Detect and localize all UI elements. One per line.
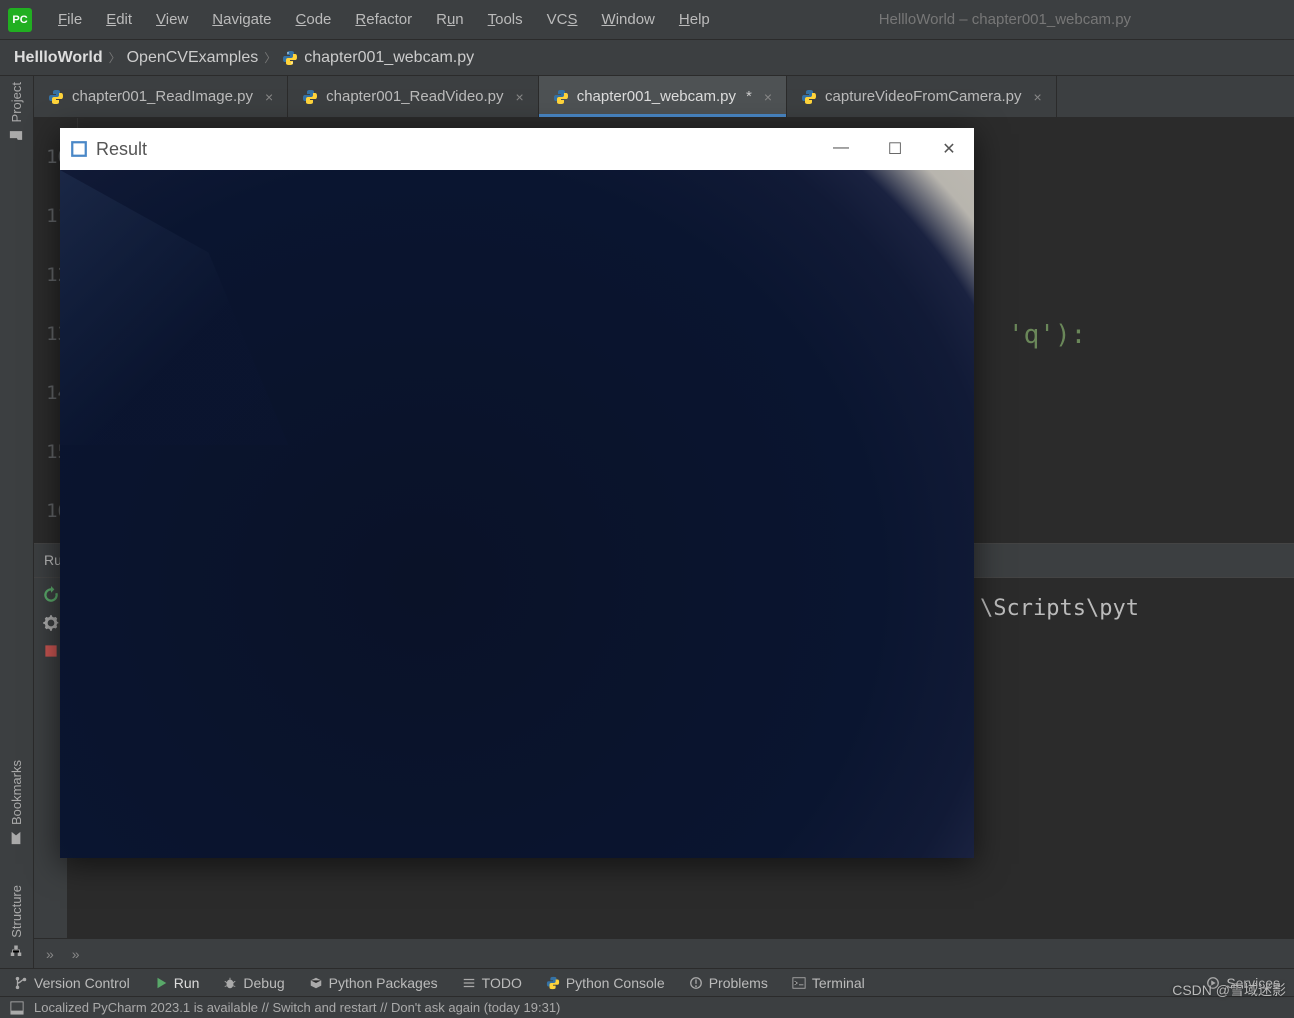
result-titlebar[interactable]: Result — ☐ ✕ xyxy=(60,128,974,170)
result-window[interactable]: Result — ☐ ✕ xyxy=(60,128,974,858)
python-file-icon xyxy=(553,89,569,105)
tab-readimage[interactable]: chapter001_ReadImage.py × xyxy=(34,76,288,117)
breadcrumb: HellloWorld 〉 OpenCVExamples 〉 chapter00… xyxy=(0,40,1294,76)
crumb-folder[interactable]: OpenCVExamples xyxy=(127,49,259,67)
rerun-icon[interactable] xyxy=(42,586,60,604)
watermark: CSDN @雪域迷影 xyxy=(1172,980,1286,1000)
window-title: HellloWorld – chapter001_webcam.py xyxy=(724,11,1286,28)
tool-label: Debug xyxy=(243,975,284,991)
chevron-right-icon: 〉 xyxy=(109,49,121,66)
modified-indicator-icon: * xyxy=(746,88,752,105)
crumb-project[interactable]: HellloWorld xyxy=(14,49,103,67)
menu-file[interactable]: File xyxy=(48,7,92,32)
menu-vcs[interactable]: VCS xyxy=(537,7,588,32)
menubar: PC File Edit View Navigate Code Refactor… xyxy=(0,0,1294,40)
menu-navigate[interactable]: Navigate xyxy=(202,7,281,32)
code-fragment: 'q'): xyxy=(1008,320,1086,350)
tool-label: Python Console xyxy=(566,975,665,991)
menu-run[interactable]: Run xyxy=(426,7,474,32)
menu-refactor[interactable]: Refactor xyxy=(345,7,422,32)
close-icon[interactable]: × xyxy=(516,89,524,105)
stop-icon[interactable] xyxy=(42,642,60,660)
todo-icon xyxy=(462,976,476,990)
nav-chevrons-1[interactable]: » xyxy=(46,946,54,962)
tool-strip: Version Control Run Debug Python Package… xyxy=(0,968,1294,996)
problems-icon xyxy=(689,976,703,990)
tool-terminal[interactable]: Terminal xyxy=(792,975,865,991)
tool-run[interactable]: Run xyxy=(154,975,200,991)
close-icon[interactable]: × xyxy=(265,89,273,105)
tool-version-control[interactable]: Version Control xyxy=(14,975,130,991)
tool-label: Run xyxy=(174,975,200,991)
tool-python-console[interactable]: Python Console xyxy=(546,975,665,991)
editor-tabs: chapter001_ReadImage.py × chapter001_Rea… xyxy=(34,76,1294,118)
bug-icon xyxy=(223,976,237,990)
python-file-icon xyxy=(282,50,298,66)
statusbar: Localized PyCharm 2023.1 is available //… xyxy=(0,996,1294,1018)
tab-capturevideo[interactable]: captureVideoFromCamera.py × xyxy=(787,76,1057,117)
run-nav: » » xyxy=(34,938,1294,968)
result-window-title: Result xyxy=(96,139,147,160)
maximize-icon[interactable]: ☐ xyxy=(880,139,910,159)
side-tab-project[interactable]: Project xyxy=(9,82,24,142)
menu-window[interactable]: Window xyxy=(592,7,665,32)
tool-debug[interactable]: Debug xyxy=(223,975,284,991)
window-app-icon xyxy=(70,140,88,158)
bookmark-icon xyxy=(10,831,24,845)
toolwindow-icon[interactable] xyxy=(10,1001,24,1015)
webcam-preview xyxy=(60,170,974,858)
side-tab-bookmarks[interactable]: Bookmarks xyxy=(9,760,24,845)
close-icon[interactable]: × xyxy=(1034,89,1042,105)
menu-view[interactable]: View xyxy=(146,7,198,32)
menu-tools[interactable]: Tools xyxy=(478,7,533,32)
tab-label: chapter001_ReadImage.py xyxy=(72,88,253,105)
settings-icon[interactable] xyxy=(42,614,60,632)
close-icon[interactable]: × xyxy=(764,89,772,105)
structure-icon xyxy=(10,944,24,958)
menu-edit[interactable]: Edit xyxy=(96,7,142,32)
terminal-icon xyxy=(792,976,806,990)
tool-label: Problems xyxy=(709,975,768,991)
packages-icon xyxy=(309,976,323,990)
side-tab-project-label: Project xyxy=(9,82,24,122)
minimize-icon[interactable]: — xyxy=(826,139,856,159)
crumb-file[interactable]: chapter001_webcam.py xyxy=(304,49,474,67)
status-message[interactable]: Localized PyCharm 2023.1 is available //… xyxy=(34,1000,560,1015)
python-file-icon xyxy=(302,89,318,105)
output-fragment: \Scripts\pyt xyxy=(980,596,1139,621)
tool-label: Version Control xyxy=(34,975,130,991)
left-toolwindow-strip: Project Bookmarks Structure xyxy=(0,76,34,968)
tab-webcam[interactable]: chapter001_webcam.py * × xyxy=(539,76,787,117)
tool-label: TODO xyxy=(482,975,522,991)
tool-problems[interactable]: Problems xyxy=(689,975,768,991)
side-tab-bookmarks-label: Bookmarks xyxy=(9,760,24,825)
tool-todo[interactable]: TODO xyxy=(462,975,522,991)
close-icon[interactable]: ✕ xyxy=(934,139,964,159)
tool-label: Python Packages xyxy=(329,975,438,991)
side-tab-structure-label: Structure xyxy=(9,885,24,938)
app-icon: PC xyxy=(8,8,32,32)
tab-label: chapter001_webcam.py xyxy=(577,88,736,105)
nav-chevrons-2[interactable]: » xyxy=(72,946,80,962)
tab-readvideo[interactable]: chapter001_ReadVideo.py × xyxy=(288,76,539,117)
tool-label: Terminal xyxy=(812,975,865,991)
menu-help[interactable]: Help xyxy=(669,7,720,32)
branch-icon xyxy=(14,976,28,990)
python-file-icon xyxy=(801,89,817,105)
python-file-icon xyxy=(48,89,64,105)
tab-label: chapter001_ReadVideo.py xyxy=(326,88,503,105)
tool-python-packages[interactable]: Python Packages xyxy=(309,975,438,991)
play-icon xyxy=(154,976,168,990)
side-tab-structure[interactable]: Structure xyxy=(9,885,24,958)
chevron-right-icon: 〉 xyxy=(264,49,276,66)
folder-icon xyxy=(10,128,24,142)
menu-code[interactable]: Code xyxy=(286,7,342,32)
python-icon xyxy=(546,976,560,990)
tab-label: captureVideoFromCamera.py xyxy=(825,88,1021,105)
